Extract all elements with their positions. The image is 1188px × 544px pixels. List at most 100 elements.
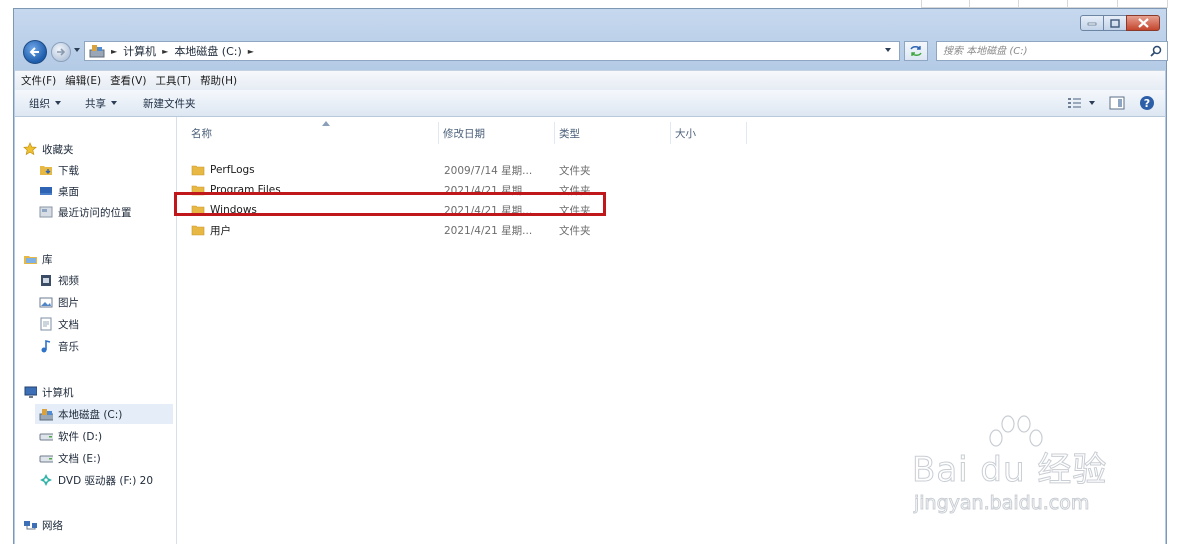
file-name-cell: Windows bbox=[191, 204, 257, 216]
close-button[interactable] bbox=[1126, 15, 1160, 31]
svg-text:?: ? bbox=[1144, 97, 1150, 110]
desktop-icon bbox=[39, 184, 53, 198]
command-bar: 组织 共享 新建文件夹 ? bbox=[15, 90, 1165, 117]
column-header-label: 名称 bbox=[191, 127, 212, 140]
menu-help[interactable]: 帮助(H) bbox=[200, 73, 237, 88]
file-name-cell: Program Files bbox=[191, 184, 281, 196]
share-button[interactable]: 共享 bbox=[85, 96, 117, 111]
breadcrumb-computer[interactable]: 计算机 bbox=[123, 43, 156, 59]
watermark-url: jingyan.baidu.com bbox=[913, 492, 1090, 515]
navigation-bar: ► 计算机 ► 本地磁盘 (C:) ► bbox=[22, 39, 1168, 65]
maximize-icon bbox=[1110, 18, 1120, 28]
nav-computer[interactable]: 计算机 bbox=[23, 382, 74, 402]
nav-item-videos[interactable]: 视频 bbox=[39, 270, 79, 290]
search-box[interactable] bbox=[936, 41, 1168, 61]
menu-file[interactable]: 文件(F) bbox=[21, 73, 56, 88]
new-folder-button[interactable]: 新建文件夹 bbox=[143, 96, 196, 111]
caption-buttons bbox=[1080, 15, 1160, 31]
chevron-down-icon bbox=[55, 101, 61, 105]
file-date: 2021/4/21 星期... bbox=[444, 184, 533, 197]
nav-item-dvd-drive-f[interactable]: DVD 驱动器 (F:) 20 bbox=[39, 470, 153, 490]
folder-icon bbox=[191, 165, 205, 176]
star-icon bbox=[23, 142, 37, 156]
nav-item-music[interactable]: 音乐 bbox=[39, 336, 79, 356]
downloads-folder-icon bbox=[39, 163, 53, 177]
baidu-jingyan-watermark: Bai du 经验 jingyan.baidu.com bbox=[911, 414, 1132, 524]
local-disk-icon bbox=[39, 407, 53, 421]
folder-icon bbox=[191, 225, 205, 236]
nav-item-label: 文档 bbox=[58, 318, 79, 331]
menu-edit[interactable]: 编辑(E) bbox=[65, 73, 101, 88]
watermark-brand: Bai du 经验 bbox=[911, 450, 1108, 491]
music-note-icon bbox=[39, 339, 53, 353]
library-icon bbox=[23, 252, 37, 266]
menu-tools[interactable]: 工具(T) bbox=[155, 73, 191, 88]
nav-item-recent-places[interactable]: 最近访问的位置 bbox=[39, 202, 132, 222]
videos-icon bbox=[39, 273, 53, 287]
menu-bar: 文件(F) 编辑(E) 查看(V) 工具(T) 帮助(H) bbox=[15, 70, 1165, 90]
maximize-button[interactable] bbox=[1103, 15, 1127, 31]
column-header-name[interactable]: 名称 bbox=[191, 122, 439, 144]
folder-icon bbox=[191, 205, 205, 216]
organize-button[interactable]: 组织 bbox=[29, 96, 61, 111]
new-folder-label: 新建文件夹 bbox=[143, 97, 196, 110]
share-label: 共享 bbox=[85, 97, 106, 110]
breadcrumb-chevron-icon: ► bbox=[247, 46, 254, 56]
address-dropdown-icon[interactable] bbox=[885, 48, 891, 52]
back-button[interactable] bbox=[23, 40, 47, 64]
refresh-button[interactable] bbox=[904, 41, 928, 61]
search-input[interactable] bbox=[943, 44, 1133, 58]
history-dropdown-icon[interactable] bbox=[74, 48, 80, 52]
nav-libraries-label: 库 bbox=[42, 253, 53, 266]
network-icon bbox=[23, 518, 37, 532]
column-header-label: 类型 bbox=[559, 127, 580, 140]
computer-location-icon bbox=[89, 44, 105, 58]
file-type: 文件夹 bbox=[559, 164, 591, 177]
nav-item-label: 视频 bbox=[58, 274, 79, 287]
refresh-icon bbox=[910, 46, 922, 56]
nav-item-documents[interactable]: 文档 bbox=[39, 314, 79, 334]
nav-item-drive-e[interactable]: 文档 (E:) bbox=[39, 448, 101, 468]
breadcrumb-chevron-icon: ► bbox=[162, 46, 169, 56]
nav-item-local-disk-c[interactable]: 本地磁盘 (C:) bbox=[35, 404, 173, 424]
address-bar[interactable]: ► 计算机 ► 本地磁盘 (C:) ► bbox=[84, 41, 900, 61]
help-icon[interactable]: ? bbox=[1139, 95, 1155, 111]
top-edge-grid bbox=[921, 0, 1168, 8]
file-date: 2021/4/21 星期... bbox=[444, 204, 533, 217]
nav-item-drive-d[interactable]: 软件 (D:) bbox=[39, 426, 102, 446]
forward-button[interactable] bbox=[51, 42, 71, 62]
computer-icon bbox=[23, 385, 37, 399]
nav-item-label: 桌面 bbox=[58, 185, 79, 198]
nav-item-label: 图片 bbox=[58, 296, 79, 309]
nav-computer-label: 计算机 bbox=[42, 386, 74, 399]
breadcrumb-local-disk[interactable]: 本地磁盘 (C:) bbox=[174, 43, 241, 59]
nav-item-downloads[interactable]: 下载 bbox=[39, 160, 79, 180]
recent-places-icon bbox=[39, 205, 53, 219]
documents-icon bbox=[39, 317, 53, 331]
column-header-size[interactable]: 大小 bbox=[675, 122, 747, 144]
column-header-type[interactable]: 类型 bbox=[559, 122, 671, 144]
column-header-label: 修改日期 bbox=[443, 127, 485, 140]
chevron-down-icon[interactable] bbox=[1089, 101, 1095, 105]
nav-libraries[interactable]: 库 bbox=[23, 249, 53, 269]
nav-item-pictures[interactable]: 图片 bbox=[39, 292, 79, 312]
hard-drive-icon bbox=[39, 429, 53, 443]
nav-favorites-label: 收藏夹 bbox=[42, 143, 74, 156]
nav-item-label: 本地磁盘 (C:) bbox=[58, 408, 123, 421]
menu-view[interactable]: 查看(V) bbox=[110, 73, 146, 88]
file-name: Program Files bbox=[210, 184, 281, 196]
view-options-icon[interactable] bbox=[1067, 97, 1083, 109]
column-header-label: 大小 bbox=[675, 127, 696, 140]
minimize-button[interactable] bbox=[1080, 15, 1104, 31]
search-icon[interactable] bbox=[1150, 45, 1162, 57]
file-name: PerfLogs bbox=[210, 164, 255, 176]
nav-item-desktop[interactable]: 桌面 bbox=[39, 181, 79, 201]
preview-pane-icon[interactable] bbox=[1109, 96, 1125, 110]
nav-favorites[interactable]: 收藏夹 bbox=[23, 139, 74, 159]
file-name: Windows bbox=[210, 204, 257, 216]
file-name: 用户 bbox=[210, 224, 231, 237]
column-header-date[interactable]: 修改日期 bbox=[443, 122, 555, 144]
nav-item-label: 文档 (E:) bbox=[58, 452, 101, 465]
nav-network[interactable]: 网络 bbox=[23, 515, 63, 535]
organize-label: 组织 bbox=[29, 97, 50, 110]
